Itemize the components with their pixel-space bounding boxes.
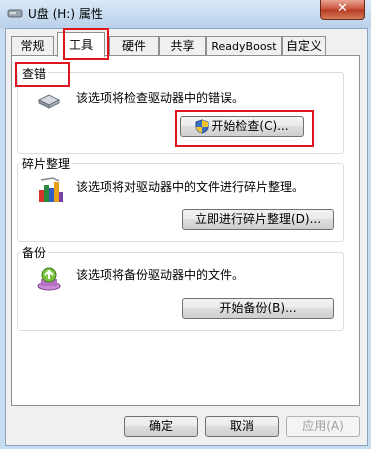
tab-tools[interactable]: 工具 xyxy=(57,32,105,57)
close-icon: ✕ xyxy=(337,1,348,16)
start-backup-button[interactable]: 开始备份(B)... xyxy=(182,298,334,319)
error-check-title: 查错 xyxy=(20,65,49,82)
tab-readyboost[interactable]: ReadyBoost xyxy=(206,36,282,55)
defrag-group xyxy=(17,163,344,242)
start-check-button[interactable]: 开始检查(C)... xyxy=(180,116,304,137)
tab-customize[interactable]: 自定义 xyxy=(282,36,326,55)
tab-hardware[interactable]: 硬件 xyxy=(109,36,159,55)
backup-description: 该选项将备份驱动器中的文件。 xyxy=(76,268,245,282)
window-title: U盘 (H:) 属性 xyxy=(28,7,103,21)
tab-general[interactable]: 常规 xyxy=(11,36,54,55)
cancel-button[interactable]: 取消 xyxy=(205,416,279,437)
drive-icon xyxy=(7,7,23,19)
error-check-description: 该选项将检查驱动器中的错误。 xyxy=(76,91,245,105)
apply-button[interactable]: 应用(A) xyxy=(286,416,360,437)
shield-icon xyxy=(195,119,209,134)
defrag-description: 该选项将对驱动器中的文件进行碎片整理。 xyxy=(76,180,305,194)
drive-icon xyxy=(37,92,61,113)
defrag-now-button[interactable]: 立即进行碎片整理(D)... xyxy=(182,209,334,230)
tab-sharing[interactable]: 共享 xyxy=(159,36,206,55)
backup-title: 备份 xyxy=(20,244,49,261)
title-bar: U盘 (H:) 属性 ✕ xyxy=(0,0,371,28)
defrag-title: 碎片整理 xyxy=(20,155,73,172)
ok-button[interactable]: 确定 xyxy=(124,416,198,437)
backup-group xyxy=(17,252,344,331)
backup-icon xyxy=(36,265,64,296)
defrag-icon xyxy=(37,176,65,207)
error-check-group xyxy=(17,72,344,154)
close-button[interactable]: ✕ xyxy=(320,0,365,20)
